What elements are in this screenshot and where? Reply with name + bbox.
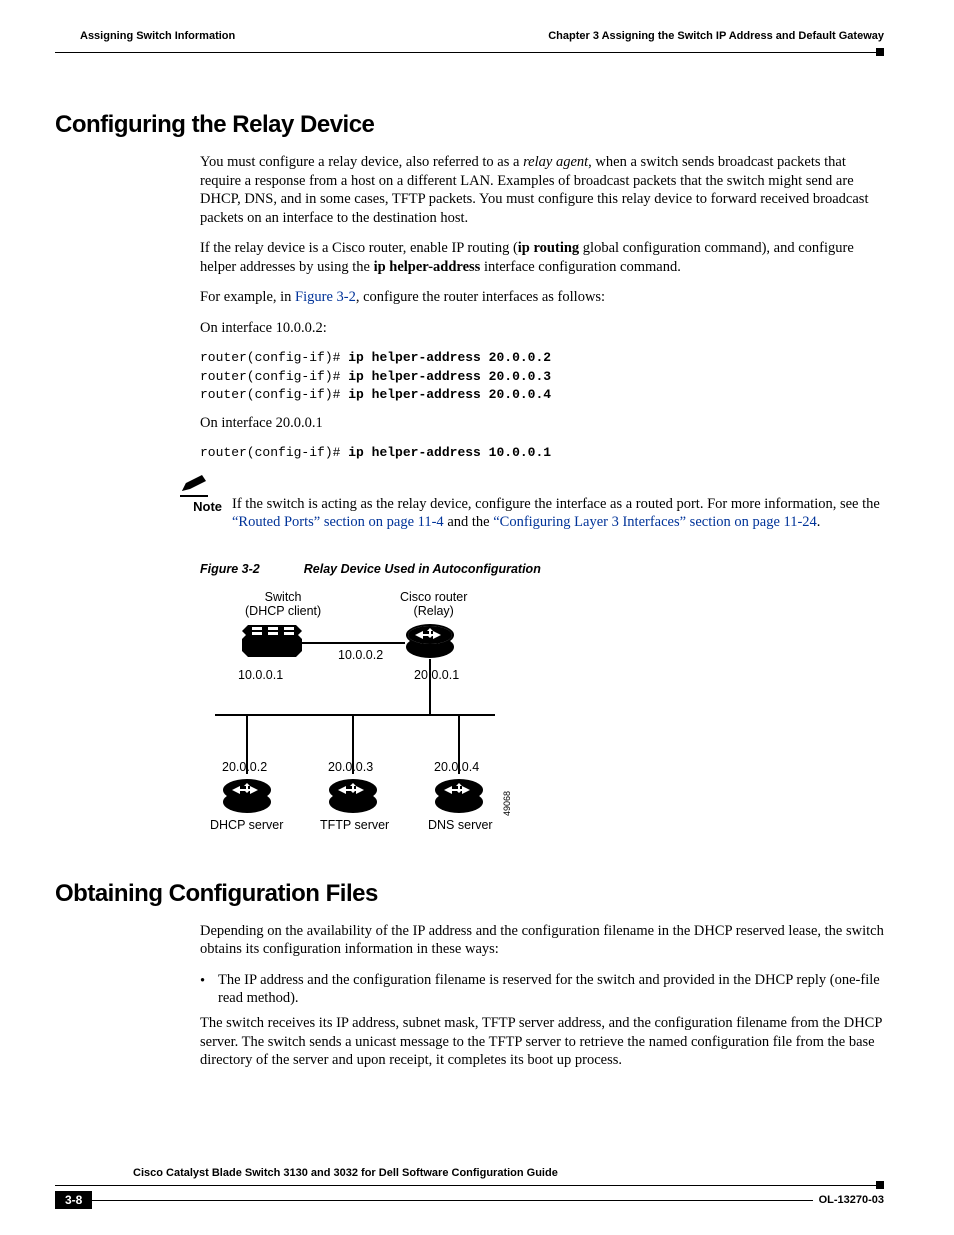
header-section: Assigning Switch Information <box>80 30 235 42</box>
fig-ip-rt2: 20.0.0.1 <box>414 668 459 682</box>
fig-ip-b: 20.0.0.3 <box>328 760 373 774</box>
fig-router-label: Cisco router(Relay) <box>400 590 467 618</box>
para-s2-sub: The switch receives its IP address, subn… <box>200 1014 884 1070</box>
page-number: 3-8 <box>55 1191 92 1209</box>
section-title-relay: Configuring the Relay Device <box>55 111 884 139</box>
fig-tftp-label: TFTP server <box>320 818 389 832</box>
link-figure-3-2[interactable]: Figure 3-2 <box>295 289 356 305</box>
footer: Cisco Catalyst Blade Switch 3130 and 303… <box>55 1167 884 1209</box>
running-header: Assigning Switch Information Chapter 3 A… <box>55 30 884 44</box>
fig-ip-a: 20.0.0.2 <box>222 760 267 774</box>
page: Assigning Switch Information Chapter 3 A… <box>0 0 954 1235</box>
code-block-1: router(config-if)# ip helper-address 20.… <box>200 349 884 404</box>
note-label: Note <box>166 499 232 514</box>
fig-image-id: 49068 <box>502 791 512 816</box>
link-routed-ports[interactable]: “Routed Ports” section on page 11-4 <box>232 514 444 530</box>
para-3: For example, in Figure 3-2, configure th… <box>200 288 884 307</box>
doc-number: OL-13270-03 <box>813 1194 884 1206</box>
para-1: You must configure a relay device, also … <box>200 153 884 227</box>
switch-icon <box>242 625 302 660</box>
fig-dhcp-label: DHCP server <box>210 818 283 832</box>
fig-switch-label: Switch(DHCP client) <box>245 590 321 618</box>
note-pencil-icon <box>180 473 208 497</box>
note-body: If the switch is acting as the relay dev… <box>232 473 884 532</box>
figure-diagram: Switch(DHCP client) Cisco router(Relay) <box>200 590 570 850</box>
section-title-obtaining: Obtaining Configuration Files <box>55 880 884 908</box>
note-block: Note If the switch is acting as the rela… <box>160 473 884 532</box>
bullet-dot-icon: • <box>200 971 218 1008</box>
body-column-2: Depending on the availability of the IP … <box>200 922 884 1070</box>
fig-ip-c: 20.0.0.4 <box>434 760 479 774</box>
dns-server-icon <box>434 778 484 817</box>
code-block-2: router(config-if)# ip helper-address 10.… <box>200 444 884 462</box>
figure-caption: Figure 3-2Relay Device Used in Autoconfi… <box>200 562 884 576</box>
para-4: On interface 10.0.0.2: <box>200 319 884 338</box>
fig-ip-rt1: 10.0.0.2 <box>338 648 383 662</box>
body-column: You must configure a relay device, also … <box>200 153 884 463</box>
dhcp-server-icon <box>222 778 272 817</box>
para-s2-1: Depending on the availability of the IP … <box>200 922 884 959</box>
fig-ip-switch: 10.0.0.1 <box>238 668 283 682</box>
header-chapter: Chapter 3 Assigning the Switch IP Addres… <box>548 30 884 42</box>
para-5: On interface 20.0.0.1 <box>200 414 884 433</box>
fig-dns-label: DNS server <box>428 818 493 832</box>
bullet-item-1: • The IP address and the configuration f… <box>200 971 884 1008</box>
link-layer3-interfaces[interactable]: “Configuring Layer 3 Interfaces” section… <box>493 514 817 530</box>
tftp-server-icon <box>328 778 378 817</box>
para-2: If the relay device is a Cisco router, e… <box>200 239 884 276</box>
router-top-icon <box>405 623 455 662</box>
footer-guide-title: Cisco Catalyst Blade Switch 3130 and 303… <box>133 1167 884 1179</box>
header-rule <box>55 48 884 56</box>
